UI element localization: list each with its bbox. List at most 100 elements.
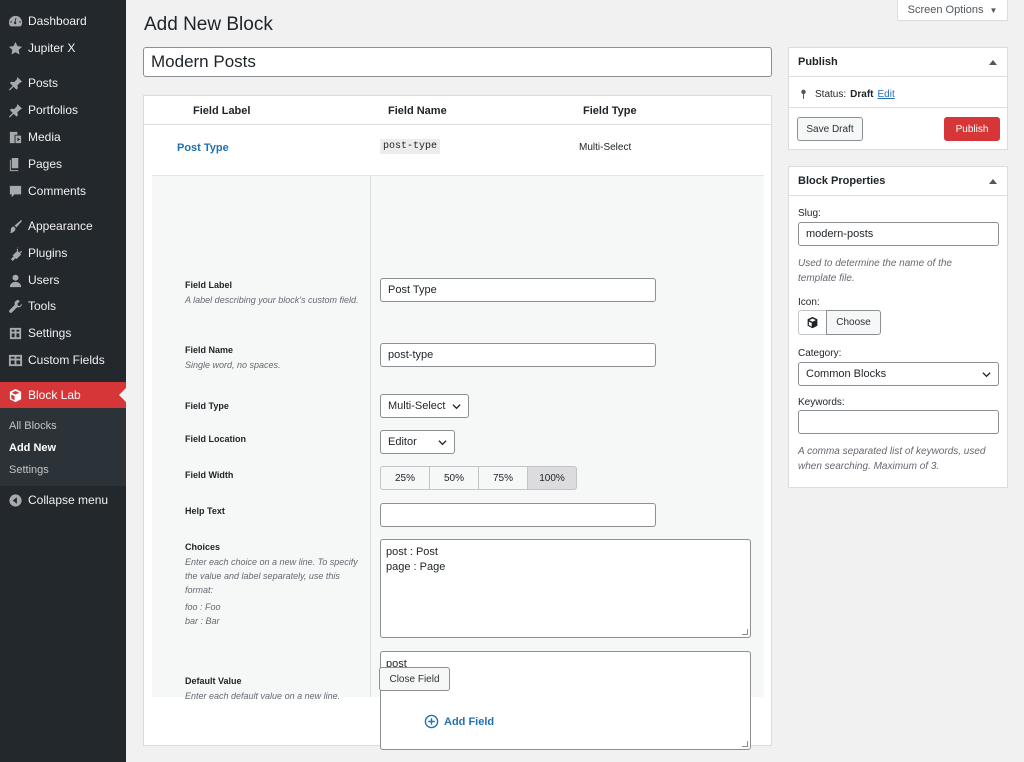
sidebar-item-users[interactable]: Users	[0, 267, 126, 293]
sidebar-item-label: Settings	[28, 326, 72, 340]
add-field-label: Add Field	[444, 715, 495, 728]
field-row-name: post-type	[380, 139, 441, 154]
width-option-75[interactable]: 75%	[478, 466, 528, 490]
width-option-50[interactable]: 50%	[429, 466, 479, 490]
sidebar-item-comments[interactable]: Comments	[0, 178, 126, 204]
sidebar-item-label: Pages	[28, 157, 63, 171]
field-type-value: Multi-Select	[388, 400, 446, 412]
setting-label-field-width: Field Width	[185, 470, 234, 480]
pin-icon	[800, 88, 807, 100]
wrench-icon	[7, 298, 23, 314]
star-icon	[7, 40, 23, 56]
header-divider	[144, 124, 771, 125]
sidebar-item-settings[interactable]: Settings	[0, 320, 126, 346]
sidebar-item-appearance[interactable]: Appearance	[0, 213, 126, 239]
resize-handle-icon[interactable]	[742, 629, 748, 635]
collapse-menu-label: Collapse menu	[28, 493, 109, 507]
collapse-toggle-icon[interactable]	[989, 179, 997, 184]
save-draft-button[interactable]: Save Draft	[797, 117, 863, 141]
icon-preview	[798, 310, 827, 335]
add-field-button[interactable]: Add Field	[424, 714, 494, 729]
close-field-button[interactable]: Close Field	[379, 667, 450, 691]
sidebar-item-plugins[interactable]: Plugins	[0, 240, 126, 266]
status-edit-link[interactable]: Edit	[877, 89, 894, 100]
collapse-toggle-icon[interactable]	[989, 60, 997, 65]
resize-handle-icon[interactable]	[742, 741, 748, 747]
publish-status: Status: Draft Edit	[800, 88, 895, 100]
width-option-25[interactable]: 25%	[380, 466, 430, 490]
block-properties-header[interactable]: Block Properties	[789, 167, 1007, 196]
field-name-input[interactable]: post-type	[380, 343, 656, 367]
setting-desc-field-name: Single word, no spaces.	[185, 360, 281, 370]
sidebar-item-label: Block Lab	[28, 388, 81, 402]
setting-desc-default-value: Enter each default value on a new line.	[185, 691, 341, 701]
setting-label-choices: Choices	[185, 542, 221, 552]
sidebar-item-dashboard[interactable]: Dashboard	[0, 8, 126, 34]
field-label-input[interactable]: Post Type	[380, 278, 656, 302]
column-header-field-label: Field Label	[193, 105, 251, 117]
grid-icon	[7, 352, 23, 368]
help-text-input[interactable]	[380, 503, 656, 527]
sidebar-item-media[interactable]: Media	[0, 124, 126, 150]
field-location-value: Editor	[388, 436, 417, 448]
choose-icon-button[interactable]: Choose	[826, 310, 881, 335]
width-option-100[interactable]: 100%	[527, 466, 577, 490]
status-label: Status:	[815, 88, 847, 100]
pin-icon	[7, 75, 23, 91]
sidebar-item-label: Users	[28, 273, 60, 287]
setting-label-field-name: Field Name	[185, 345, 234, 355]
submenu-item-all-blocks[interactable]: All Blocks	[9, 420, 57, 432]
choices-example-1: foo : Foo	[185, 602, 221, 612]
slug-label: Slug:	[798, 208, 821, 219]
block-properties-box: Block Properties Slug: modern-posts Used…	[788, 166, 1008, 488]
screen-options-button[interactable]: Screen Options ▼	[897, 0, 1008, 21]
sidebar-item-pages[interactable]: Pages	[0, 151, 126, 177]
block-lab-icon	[7, 387, 23, 403]
brush-icon	[7, 218, 23, 234]
field-row[interactable]: Post Type post-type Multi-Select	[152, 134, 764, 176]
block-icon	[806, 316, 819, 329]
field-row-label-link[interactable]: Post Type	[177, 142, 229, 154]
field-panel: Post Type post-type Multi-Select Field L…	[152, 134, 764, 750]
sidebar-item-label: Dashboard	[28, 14, 87, 28]
collapse-menu-button[interactable]: Collapse menu	[0, 487, 126, 513]
keywords-input[interactable]	[798, 410, 999, 434]
default-value-textarea[interactable]: post	[380, 651, 751, 750]
sidebar-item-jupiter-x[interactable]: Jupiter X	[0, 35, 126, 61]
block-title-input[interactable]	[143, 47, 772, 77]
publish-button[interactable]: Publish	[944, 117, 1000, 141]
keywords-label: Keywords:	[798, 397, 845, 408]
admin-sidebar: Dashboard Jupiter X Posts Portfolios Med…	[0, 0, 126, 762]
sidebar-item-block-lab[interactable]: Block Lab	[0, 382, 126, 408]
caret-down-icon: ▼	[989, 5, 998, 15]
sidebar-item-posts[interactable]: Posts	[0, 70, 126, 96]
publish-box-header[interactable]: Publish	[789, 48, 1007, 77]
sidebar-item-custom-fields[interactable]: Custom Fields	[0, 347, 126, 373]
column-header-field-name: Field Name	[388, 105, 447, 117]
block-properties-title: Block Properties	[798, 175, 886, 187]
pin-icon	[7, 102, 23, 118]
sidebar-item-label: Media	[28, 130, 61, 144]
screen-options-label: Screen Options	[907, 4, 984, 16]
setting-label-help-text: Help Text	[185, 506, 225, 516]
submenu-item-settings[interactable]: Settings	[9, 464, 49, 476]
sidebar-item-label: Plugins	[28, 246, 68, 260]
sidebar-item-tools[interactable]: Tools	[0, 293, 126, 319]
sidebar-item-label: Jupiter X	[28, 41, 76, 55]
block-lab-submenu: All Blocks Add New Settings	[0, 408, 126, 486]
field-type-select[interactable]: Multi-Select	[380, 394, 469, 418]
column-header-field-type: Field Type	[583, 105, 637, 117]
sidebar-item-label: Tools	[28, 299, 57, 313]
sidebar-item-label: Posts	[28, 76, 59, 90]
field-location-select[interactable]: Editor	[380, 430, 455, 454]
chevron-down-icon	[452, 402, 461, 411]
setting-label-field-location: Field Location	[185, 434, 247, 444]
submenu-item-add-new[interactable]: Add New	[9, 442, 56, 454]
slug-input[interactable]: modern-posts	[798, 222, 999, 246]
choices-textarea[interactable]: post : Post page : Page	[380, 539, 751, 638]
sidebar-item-portfolios[interactable]: Portfolios	[0, 97, 126, 123]
category-select[interactable]: Common Blocks	[798, 362, 999, 386]
plus-circle-icon	[424, 714, 444, 729]
comment-icon	[7, 183, 23, 199]
icon-label: Icon:	[798, 297, 820, 308]
